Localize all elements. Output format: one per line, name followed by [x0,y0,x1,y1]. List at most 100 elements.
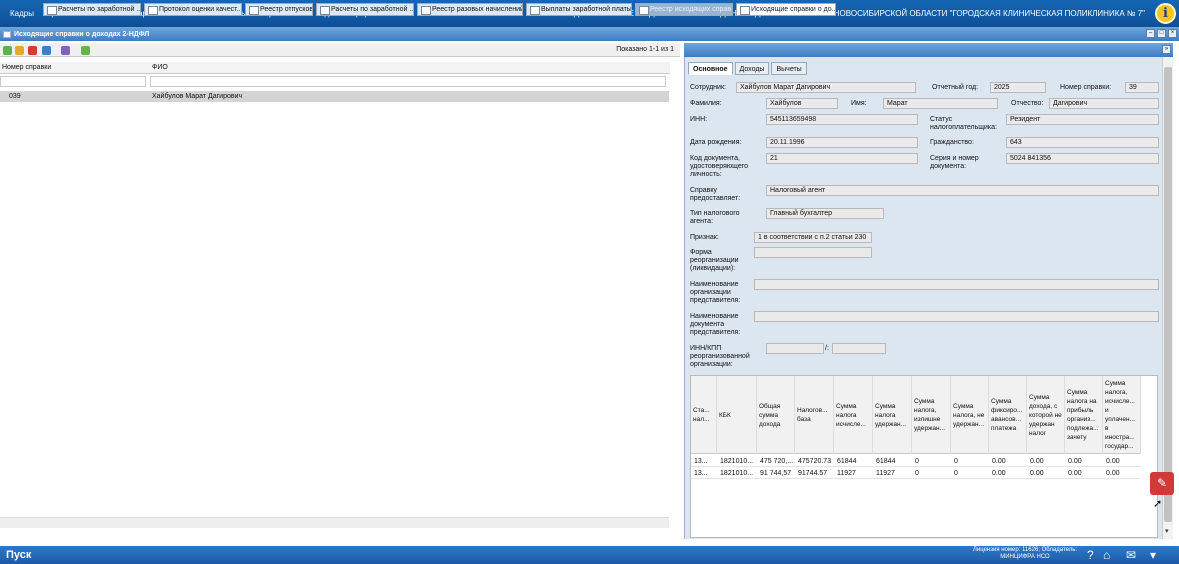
patronymic-label: Отчество: [1011,100,1044,107]
task-item[interactable]: Протокол оценки качест... [144,3,242,16]
grid-row[interactable]: 13... 1821010... 91 744,57 91744.57 11927 119… [691,468,1141,479]
add-icon[interactable] [3,46,12,55]
grid-cell: 13... [694,458,708,465]
grid-cell: 0 [915,458,919,465]
employee-field[interactable]: Хайбулов Марат Дагирович [736,82,916,93]
task-item[interactable]: Реестр отпусков [245,3,313,16]
detail-tabs: Основное Доходы Вычеты [688,62,807,75]
grid-cell: 0 [915,470,919,477]
grid-column-header[interactable]: Ста... нал... [691,376,717,454]
task-item-active[interactable]: Исходящие справки о до... [736,3,836,16]
column-header-fio[interactable]: ФИО [152,64,168,71]
tab-income[interactable]: Доходы [734,62,770,75]
grid-cell: 0.00 [992,470,1006,477]
task-item[interactable]: Реестр исходящих справ... [635,3,733,16]
filter-fio-input[interactable] [150,76,666,87]
reorg-kpp-field[interactable] [832,343,886,354]
reorg-form-label: Форма реорганизации (ликвидации): [690,249,739,272]
cell-fio: Хайбулов Марат Дагирович [152,93,243,100]
list-toolbar: Показано 1-1 из 1 [0,43,680,57]
grid-cell: 475 720,... [760,458,794,465]
grid-column-header[interactable]: Сумма налога, исчисле... и уплачен... в … [1103,376,1141,454]
maximize-button[interactable]: □ [1157,29,1166,38]
doc-code-field[interactable]: 21 [766,153,918,164]
agent-type-field[interactable]: Главный бухгалтер [766,208,884,219]
horizontal-scrollbar[interactable] [0,517,669,528]
cell-number: 039 [9,93,21,100]
window-title: Исходящие справки о доходах 2-НДФЛ [14,30,150,38]
grid-cell: 0.00 [1068,458,1082,465]
edit-icon[interactable] [15,46,24,55]
grid-column-header[interactable]: Сумма фиксиро... авансов... платежа [989,376,1027,454]
mail-icon[interactable]: ✉ [1126,548,1136,562]
filter-number-input[interactable] [0,76,146,87]
camera-icon[interactable]: ⌂ [1103,548,1110,562]
help-icon[interactable]: ? [1087,548,1094,562]
sign-field[interactable]: 1 в соответствии с п.2 статьи 230 [754,232,872,243]
reorg-form-field[interactable] [754,247,872,258]
task-item[interactable]: Расчеты по заработной ... [316,3,414,16]
grid-cell: 0.00 [1030,458,1044,465]
grid-column-header[interactable]: Сумма дохода, с которой не удержан налог [1027,376,1065,454]
grid-column-header[interactable]: Сумма налога, не удержан... [951,376,989,454]
grid-cell: 91 744,57 [760,470,792,477]
surname-field[interactable]: Хайбулов [766,98,838,109]
task-item[interactable]: Реестр разовых начислений [417,3,523,16]
tab-main[interactable]: Основное [688,62,733,75]
start-button[interactable]: Пуск [0,546,40,564]
dropdown-icon[interactable]: ▾ [1150,548,1156,562]
provided-by-label: Справку предоставляет: [690,187,741,202]
delete-icon[interactable] [28,46,37,55]
scrollbar-thumb[interactable] [1164,67,1172,522]
refresh-icon[interactable] [81,46,90,55]
provided-by-field[interactable]: Налоговый агент [766,185,1159,196]
table-row[interactable]: 039 Хайбулов Марат Дагирович [0,91,669,102]
license-info: Лицензия номер: 11626; Обладатель: МИНЦИ… [972,547,1078,560]
print-icon[interactable] [42,46,51,55]
name-field[interactable]: Марат [883,98,998,109]
grid-column-header[interactable]: Сумма налога, излишне удержан... [912,376,951,454]
close-button[interactable]: × [1168,29,1177,38]
citizenship-field[interactable]: 643 [1006,137,1159,148]
patronymic-field[interactable]: Дагирович [1049,98,1159,109]
inn-field[interactable]: 545113659498 [766,114,918,125]
expand-icon[interactable]: » [1162,45,1171,54]
grid-row[interactable]: 13... 1821010... 475 720,... 475720.73 61844… [691,456,1141,467]
info-icon[interactable]: i [1155,3,1176,24]
rep-doc-field[interactable] [754,311,1159,322]
paging-info: Показано 1-1 из 1 [616,46,674,53]
doc-series-field[interactable]: 5024 841356 [1006,153,1159,164]
rep-org-field[interactable] [754,279,1159,290]
floating-help-icon[interactable]: ✎ [1150,472,1174,495]
scroll-down-icon[interactable]: ▾ [1165,527,1169,535]
grid-column-header[interactable]: Сумма налога на прибыль организ... подле… [1065,376,1103,454]
grid-cell: 91744.57 [798,470,828,477]
grid-cell: 13... [694,470,708,477]
reorg-inn-field[interactable] [766,343,824,354]
number-label: Номер справки: [1060,84,1112,91]
vertical-scrollbar[interactable]: ▾ [1162,57,1173,539]
grid-column-header[interactable]: Сумма налога удержан... [873,376,912,454]
grid-column-header[interactable]: КБК [717,376,757,454]
grid-column-header[interactable]: Общая сумма дохода [757,376,795,454]
name-label: Имя: [851,100,867,107]
employee-label: Сотрудник: [690,84,726,91]
grid-column-header[interactable]: Сумма налога исчисле... [834,376,873,454]
task-item[interactable]: Выплаты заработной платы [526,3,632,16]
citizenship-label: Гражданство: [930,139,974,146]
grid-cell: 1821010... [720,458,754,465]
tab-deductions[interactable]: Вычеты [771,62,807,75]
grid-cell: 0 [954,470,958,477]
birth-field[interactable]: 20.11.1996 [766,137,918,148]
year-field[interactable]: 2025 [990,82,1046,93]
main-form: Сотрудник: Хайбулов Марат Дагирович Отче… [684,76,1162,376]
grid-column-header[interactable]: Налогов... база [795,376,834,454]
minimize-button[interactable]: – [1146,29,1155,38]
task-item[interactable]: Расчеты по заработной ... [43,3,141,16]
actions-icon[interactable] [61,46,70,55]
column-header-number[interactable]: Номер справки [2,64,51,71]
status-field[interactable]: Резидент [1006,114,1159,125]
menu-item-kadry[interactable]: Кадры [4,9,40,18]
rep-doc-label: Наименование документа представителя: [690,313,741,336]
number-field[interactable]: 39 [1125,82,1159,93]
